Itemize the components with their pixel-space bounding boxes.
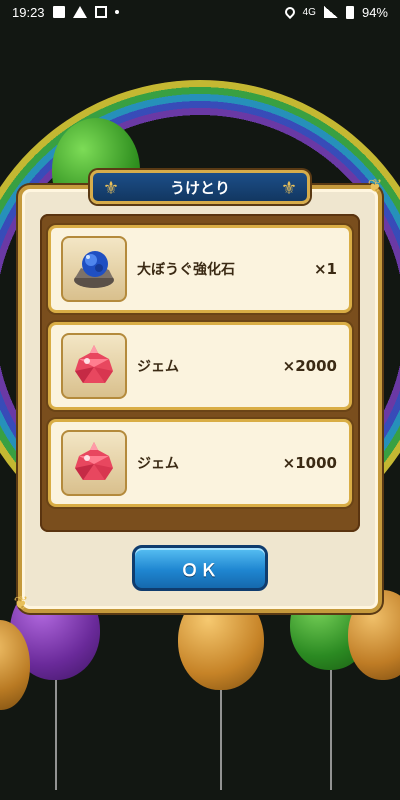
balloon-string <box>220 690 222 790</box>
battery-icon <box>345 5 354 19</box>
item-icon-frame <box>61 333 127 399</box>
clock: 19:23 <box>12 4 45 20</box>
item-icon-frame <box>61 430 127 496</box>
red-gem-icon <box>75 442 113 480</box>
fleur-icon: ⚜ <box>102 178 120 199</box>
reward-item: ジェム ×1000 <box>48 419 352 507</box>
corner-ornament-icon: ❦ <box>13 593 29 614</box>
balloon-string <box>55 680 57 790</box>
dialog-title-plate: ⚜ うけとり ⚜ <box>90 170 310 204</box>
dialog-title: うけとり <box>169 178 230 197</box>
item-quantity: ×1000 <box>282 454 337 472</box>
app-notification-icon <box>94 6 107 18</box>
fleur-icon: ⚜ <box>280 178 298 199</box>
status-bar: 19:23 4G 94% <box>0 0 400 24</box>
reward-item: ジェム ×2000 <box>48 322 352 410</box>
item-quantity: ×2000 <box>282 357 337 375</box>
location-icon <box>282 4 297 20</box>
blue-ore-stone-icon <box>74 251 114 288</box>
item-icon-frame <box>61 236 127 302</box>
corner-ornament-icon: ❦ <box>367 176 383 197</box>
item-quantity: ×1 <box>313 260 337 278</box>
ok-button[interactable]: ＯＫ <box>132 545 268 591</box>
network-type: 4G <box>302 6 316 18</box>
item-name: ジェム <box>137 359 179 375</box>
red-gem-icon <box>75 345 113 383</box>
battery-level: 94% <box>361 4 388 20</box>
item-name: 大ぼうぐ強化石 <box>137 262 235 278</box>
balloon-string <box>330 670 332 790</box>
reward-item: 大ぼうぐ強化石 ×1 <box>48 225 352 313</box>
warning-notification-icon <box>72 6 87 18</box>
signal-icon <box>323 6 338 18</box>
image-notification-icon <box>52 6 65 18</box>
more-notifications-icon <box>114 10 119 14</box>
item-name: ジェム <box>137 456 179 472</box>
